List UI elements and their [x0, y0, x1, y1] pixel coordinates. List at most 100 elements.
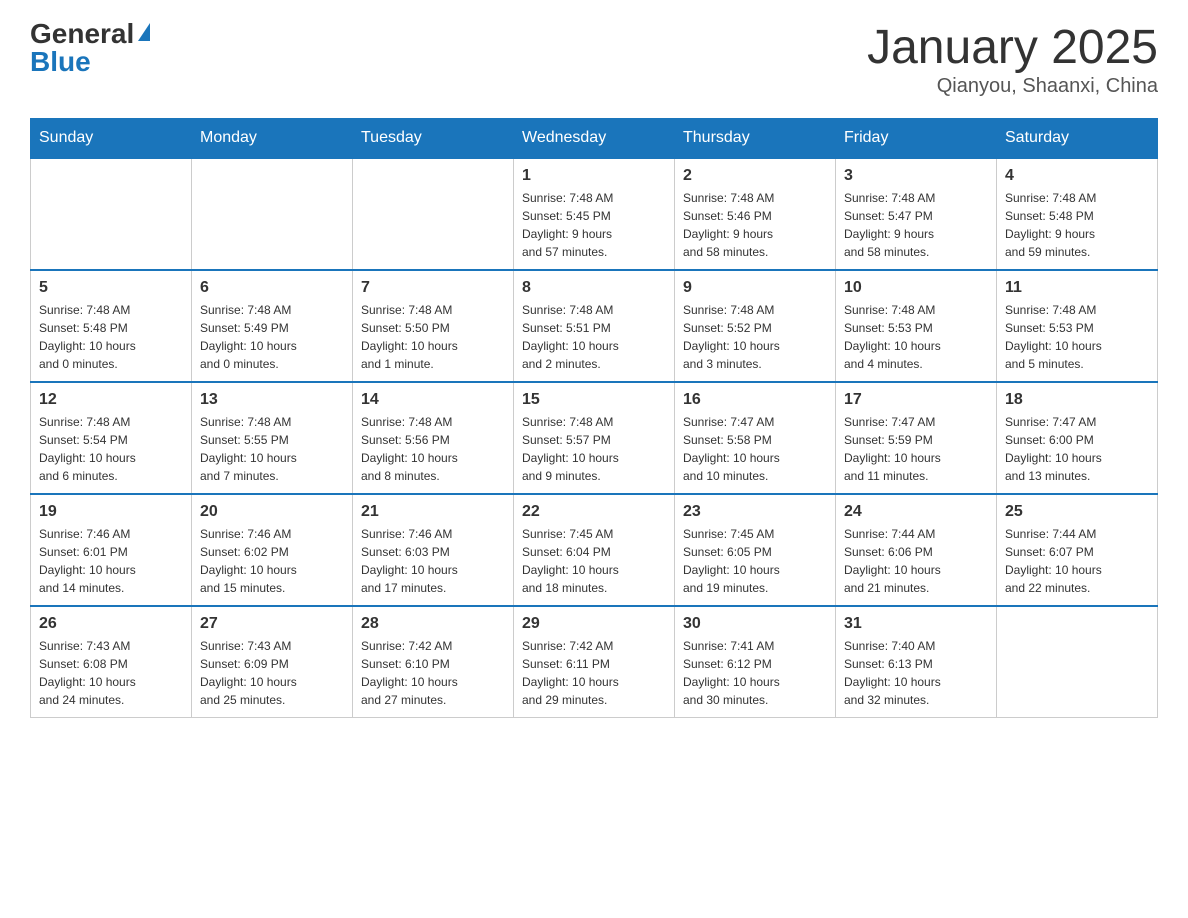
day-number: 17 [844, 391, 988, 409]
day-cell-8: 8Sunrise: 7:48 AMSunset: 5:51 PMDaylight… [514, 270, 675, 382]
day-info: Sunrise: 7:48 AMSunset: 5:48 PMDaylight:… [39, 301, 183, 373]
empty-cell [353, 158, 514, 270]
day-info: Sunrise: 7:48 AMSunset: 5:49 PMDaylight:… [200, 301, 344, 373]
day-cell-4: 4 Sunrise: 7:48 AMSunset: 5:48 PMDaylight… [997, 158, 1158, 270]
day-cell-12: 12Sunrise: 7:48 AMSunset: 5:54 PMDayligh… [31, 382, 192, 494]
day-cell-6: 6 Sunrise: 7:48 AMSunset: 5:49 PMDaylight… [192, 270, 353, 382]
day-info: Sunrise: 7:48 AMSunset: 5:48 PMDaylight:… [1005, 189, 1149, 261]
day-number: 5 [39, 279, 183, 297]
day-cell-26: 26Sunrise: 7:43 AMSunset: 6:08 PMDayligh… [31, 606, 192, 718]
day-cell-3: 3 Sunrise: 7:48 AMSunset: 5:47 PMDaylight… [836, 158, 997, 270]
day-number: 15 [522, 391, 666, 409]
day-info: Sunrise: 7:48 AMSunset: 5:53 PMDaylight:… [844, 301, 988, 373]
day-cell-17: 17 Sunrise: 7:47 AMSunset: 5:59 PMDayligh… [836, 382, 997, 494]
day-number: 8 [522, 279, 666, 297]
location: Qianyou, Shaanxi, China [867, 75, 1158, 98]
column-header-saturday: Saturday [997, 119, 1158, 159]
day-cell-27: 27 Sunrise: 7:43 AMSunset: 6:09 PMDayligh… [192, 606, 353, 718]
day-info: Sunrise: 7:48 AMSunset: 5:46 PMDaylight:… [683, 189, 827, 261]
day-cell-22: 22Sunrise: 7:45 AMSunset: 6:04 PMDayligh… [514, 494, 675, 606]
day-cell-21: 21 Sunrise: 7:46 AMSunset: 6:03 PMDayligh… [353, 494, 514, 606]
day-number: 7 [361, 279, 505, 297]
day-info: Sunrise: 7:42 AMSunset: 6:10 PMDaylight:… [361, 637, 505, 709]
day-info: Sunrise: 7:44 AMSunset: 6:06 PMDaylight:… [844, 525, 988, 597]
day-info: Sunrise: 7:48 AMSunset: 5:56 PMDaylight:… [361, 413, 505, 485]
day-number: 19 [39, 503, 183, 521]
day-number: 10 [844, 279, 988, 297]
day-cell-5: 5 Sunrise: 7:48 AMSunset: 5:48 PMDaylight… [31, 270, 192, 382]
day-cell-7: 7 Sunrise: 7:48 AMSunset: 5:50 PMDaylight… [353, 270, 514, 382]
day-cell-30: 30Sunrise: 7:41 AMSunset: 6:12 PMDayligh… [675, 606, 836, 718]
day-number: 13 [200, 391, 344, 409]
day-info: Sunrise: 7:46 AMSunset: 6:01 PMDaylight:… [39, 525, 183, 597]
day-cell-25: 25Sunrise: 7:44 AMSunset: 6:07 PMDayligh… [997, 494, 1158, 606]
day-info: Sunrise: 7:40 AMSunset: 6:13 PMDaylight:… [844, 637, 988, 709]
empty-cell [997, 606, 1158, 718]
calendar-table: SundayMondayTuesdayWednesdayThursdayFrid… [30, 118, 1158, 718]
logo-blue-text: Blue [30, 48, 91, 76]
day-cell-14: 14 Sunrise: 7:48 AMSunset: 5:56 PMDayligh… [353, 382, 514, 494]
day-cell-18: 18 Sunrise: 7:47 AMSunset: 6:00 PMDayligh… [997, 382, 1158, 494]
column-header-sunday: Sunday [31, 119, 192, 159]
day-info: Sunrise: 7:47 AMSunset: 6:00 PMDaylight:… [1005, 413, 1149, 485]
week-row-3: 12Sunrise: 7:48 AMSunset: 5:54 PMDayligh… [31, 382, 1158, 494]
day-number: 9 [683, 279, 827, 297]
week-row-4: 19 Sunrise: 7:46 AMSunset: 6:01 PMDayligh… [31, 494, 1158, 606]
day-info: Sunrise: 7:48 AMSunset: 5:57 PMDaylight:… [522, 413, 666, 485]
day-info: Sunrise: 7:43 AMSunset: 6:08 PMDaylight:… [39, 637, 183, 709]
day-info: Sunrise: 7:44 AMSunset: 6:07 PMDaylight:… [1005, 525, 1149, 597]
day-cell-31: 31 Sunrise: 7:40 AMSunset: 6:13 PMDayligh… [836, 606, 997, 718]
empty-cell [31, 158, 192, 270]
day-cell-23: 23 Sunrise: 7:45 AMSunset: 6:05 PMDayligh… [675, 494, 836, 606]
day-info: Sunrise: 7:46 AMSunset: 6:02 PMDaylight:… [200, 525, 344, 597]
title-area: January 2025 Qianyou, Shaanxi, China [867, 20, 1158, 98]
day-number: 28 [361, 615, 505, 633]
week-row-1: 1 Sunrise: 7:48 AMSunset: 5:45 PMDaylight… [31, 158, 1158, 270]
day-info: Sunrise: 7:47 AMSunset: 5:59 PMDaylight:… [844, 413, 988, 485]
column-header-wednesday: Wednesday [514, 119, 675, 159]
day-number: 23 [683, 503, 827, 521]
day-number: 24 [844, 503, 988, 521]
day-info: Sunrise: 7:45 AMSunset: 6:05 PMDaylight:… [683, 525, 827, 597]
day-number: 1 [522, 167, 666, 185]
day-cell-15: 15 Sunrise: 7:48 AMSunset: 5:57 PMDayligh… [514, 382, 675, 494]
day-number: 18 [1005, 391, 1149, 409]
week-row-2: 5 Sunrise: 7:48 AMSunset: 5:48 PMDaylight… [31, 270, 1158, 382]
day-cell-11: 11 Sunrise: 7:48 AMSunset: 5:53 PMDayligh… [997, 270, 1158, 382]
day-cell-19: 19 Sunrise: 7:46 AMSunset: 6:01 PMDayligh… [31, 494, 192, 606]
day-cell-28: 28 Sunrise: 7:42 AMSunset: 6:10 PMDayligh… [353, 606, 514, 718]
day-number: 27 [200, 615, 344, 633]
day-number: 4 [1005, 167, 1149, 185]
day-cell-29: 29Sunrise: 7:42 AMSunset: 6:11 PMDayligh… [514, 606, 675, 718]
day-info: Sunrise: 7:48 AMSunset: 5:53 PMDaylight:… [1005, 301, 1149, 373]
day-number: 31 [844, 615, 988, 633]
day-number: 12 [39, 391, 183, 409]
day-number: 21 [361, 503, 505, 521]
day-cell-9: 9 Sunrise: 7:48 AMSunset: 5:52 PMDaylight… [675, 270, 836, 382]
day-cell-20: 20 Sunrise: 7:46 AMSunset: 6:02 PMDayligh… [192, 494, 353, 606]
day-info: Sunrise: 7:47 AMSunset: 5:58 PMDaylight:… [683, 413, 827, 485]
column-header-friday: Friday [836, 119, 997, 159]
column-header-thursday: Thursday [675, 119, 836, 159]
day-number: 20 [200, 503, 344, 521]
day-info: Sunrise: 7:46 AMSunset: 6:03 PMDaylight:… [361, 525, 505, 597]
day-number: 3 [844, 167, 988, 185]
day-number: 6 [200, 279, 344, 297]
day-number: 11 [1005, 279, 1149, 297]
day-info: Sunrise: 7:42 AMSunset: 6:11 PMDaylight:… [522, 637, 666, 709]
day-cell-24: 24 Sunrise: 7:44 AMSunset: 6:06 PMDayligh… [836, 494, 997, 606]
day-cell-1: 1 Sunrise: 7:48 AMSunset: 5:45 PMDaylight… [514, 158, 675, 270]
day-info: Sunrise: 7:48 AMSunset: 5:47 PMDaylight:… [844, 189, 988, 261]
day-cell-10: 10 Sunrise: 7:48 AMSunset: 5:53 PMDayligh… [836, 270, 997, 382]
day-info: Sunrise: 7:48 AMSunset: 5:45 PMDaylight:… [522, 189, 666, 261]
calendar-header-row: SundayMondayTuesdayWednesdayThursdayFrid… [31, 119, 1158, 159]
day-number: 16 [683, 391, 827, 409]
month-title: January 2025 [867, 20, 1158, 75]
column-header-tuesday: Tuesday [353, 119, 514, 159]
day-info: Sunrise: 7:48 AMSunset: 5:50 PMDaylight:… [361, 301, 505, 373]
empty-cell [192, 158, 353, 270]
day-number: 14 [361, 391, 505, 409]
day-info: Sunrise: 7:48 AMSunset: 5:52 PMDaylight:… [683, 301, 827, 373]
day-info: Sunrise: 7:43 AMSunset: 6:09 PMDaylight:… [200, 637, 344, 709]
day-cell-13: 13Sunrise: 7:48 AMSunset: 5:55 PMDayligh… [192, 382, 353, 494]
